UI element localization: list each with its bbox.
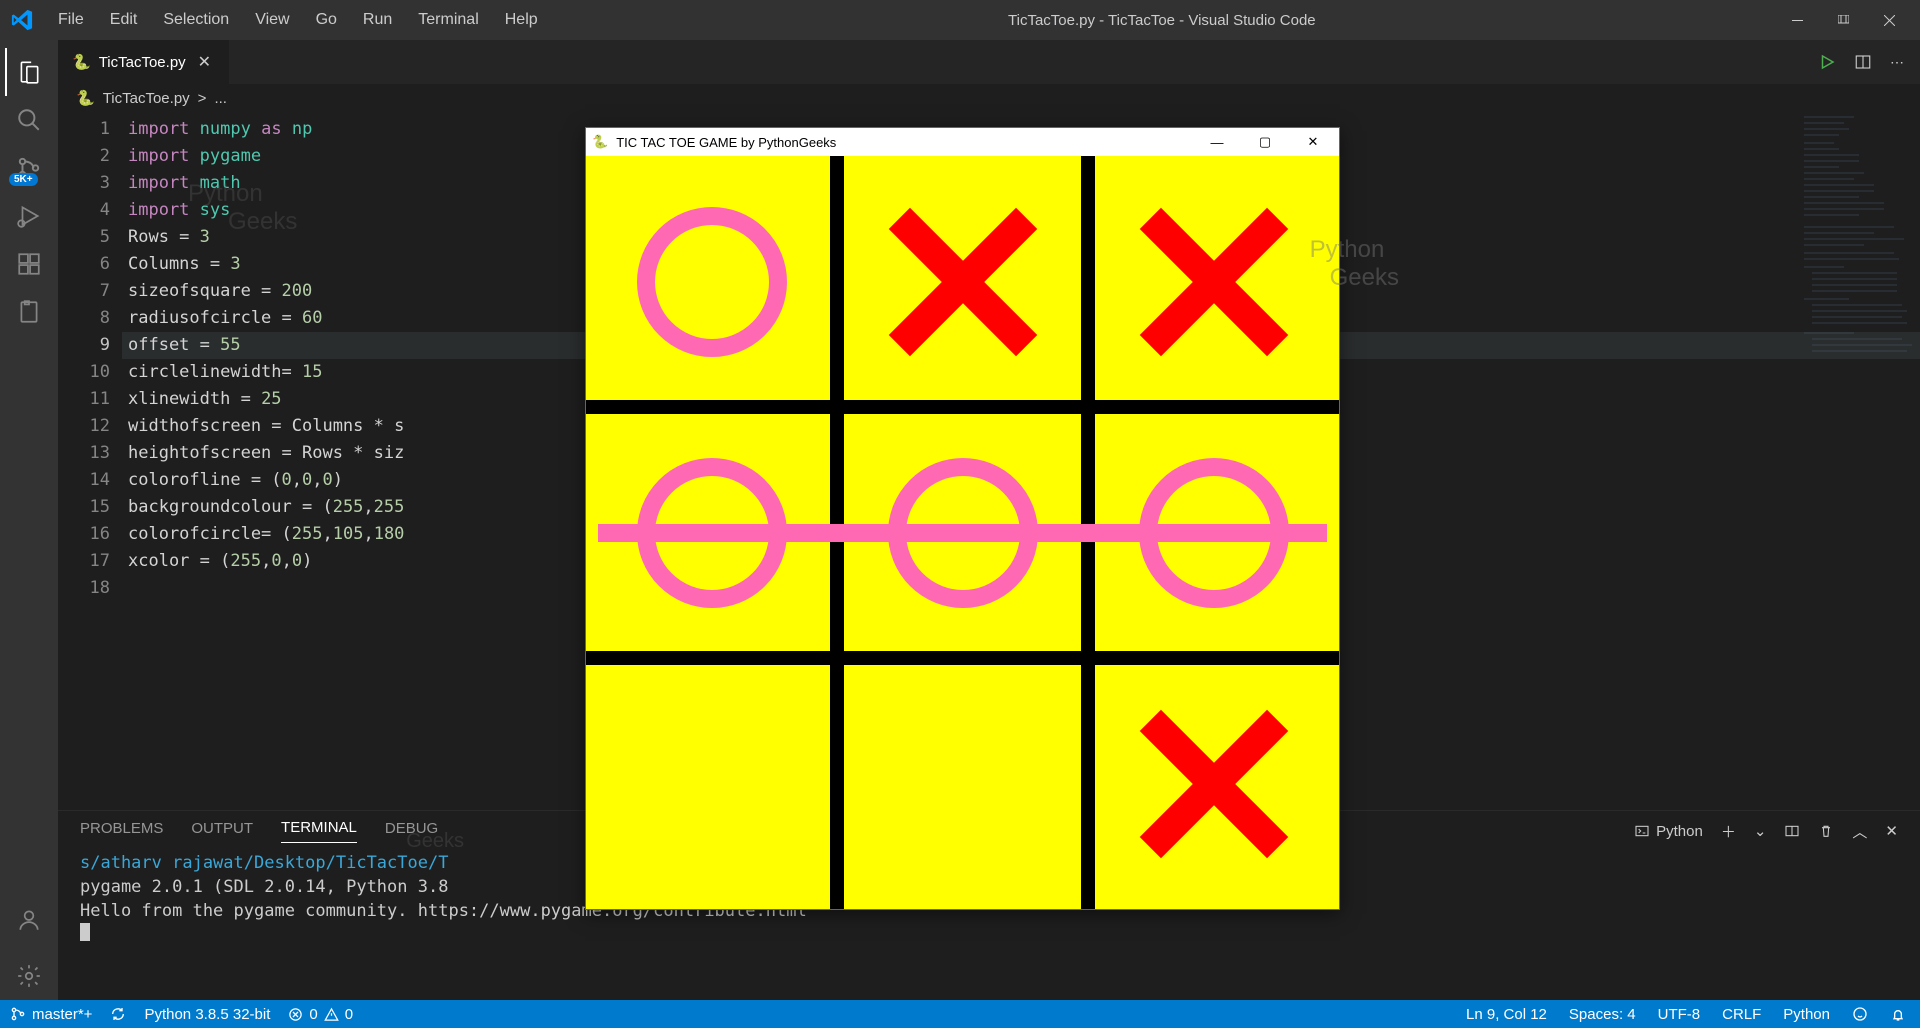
breadcrumb[interactable]: 🐍 TicTacToe.py > ... [58,84,1920,112]
status-eol[interactable]: CRLF [1722,1006,1761,1023]
file-tab[interactable]: 🐍 TicTacToe.py ✕ [58,40,230,84]
pygame-title-bar[interactable]: 🐍 TIC TAC TOE GAME by PythonGeeks — ▢ ✕ [586,128,1339,156]
activity-settings[interactable] [5,952,53,1000]
x-mark [888,207,1038,357]
panel-tab-terminal[interactable]: TERMINAL [281,819,357,843]
board-cell[interactable] [837,156,1088,407]
game-board[interactable]: Python Geeks [586,156,1339,909]
activity-bar: 5K+ [0,40,58,1000]
activity-accounts[interactable] [5,896,53,944]
line-number-gutter: 123456789101112131415161718 [58,112,128,810]
pygame-title-text: TIC TAC TOE GAME by PythonGeeks [616,135,836,150]
source-control-badge: 5K+ [9,173,38,186]
pygame-close-button[interactable]: ✕ [1293,134,1333,150]
status-feedback[interactable] [1852,1006,1868,1022]
terminal-cursor [80,923,90,941]
breadcrumb-more[interactable]: ... [214,90,227,107]
activity-extensions[interactable] [5,240,53,288]
status-notifications[interactable] [1890,1006,1906,1022]
editor-tab-bar: 🐍 TicTacToe.py ✕ ⋯ [58,40,1920,84]
title-bar: File Edit Selection View Go Run Terminal… [0,0,1920,40]
panel-tab-problems[interactable]: PROBLEMS [80,820,163,843]
window-title: TicTacToe.py - TicTacToe - Visual Studio… [550,12,1774,29]
menu-edit[interactable]: Edit [98,5,150,35]
split-terminal-button[interactable] [1784,823,1800,839]
activity-testing[interactable] [5,288,53,336]
status-branch[interactable]: master*+ [10,1006,92,1023]
status-problems[interactable]: 0 0 [288,1006,353,1023]
activity-search[interactable] [5,96,53,144]
status-language[interactable]: Python [1783,1006,1830,1023]
menu-bar: File Edit Selection View Go Run Terminal… [46,5,550,35]
status-spaces[interactable]: Spaces: 4 [1569,1006,1636,1023]
status-position[interactable]: Ln 9, Col 12 [1466,1006,1547,1023]
breadcrumb-sep: > [198,90,207,107]
new-terminal-button[interactable]: ＋ [1721,821,1736,842]
minimap[interactable] [1800,112,1920,810]
win-line [598,524,1327,542]
menu-terminal[interactable]: Terminal [406,5,490,35]
maximize-panel-button[interactable]: ︿ [1852,821,1867,842]
menu-run[interactable]: Run [351,5,404,35]
pygame-maximize-button[interactable]: ▢ [1245,134,1285,150]
menu-view[interactable]: View [243,5,301,35]
breadcrumb-file[interactable]: TicTacToe.py [103,90,190,107]
pygame-app-window[interactable]: 🐍 TIC TAC TOE GAME by PythonGeeks — ▢ ✕ … [585,127,1340,910]
o-mark [637,207,787,357]
window-maximize-button[interactable] [1820,4,1866,36]
terminal-path: s/atharv rajawat/Desktop/TicTacToe/T [80,853,448,873]
menu-selection[interactable]: Selection [151,5,241,35]
status-bar: master*+ Python 3.8.5 32-bit 0 0 Ln 9, C… [0,1000,1920,1028]
menu-help[interactable]: Help [493,5,550,35]
x-mark [1139,709,1289,859]
pygame-app-icon: 🐍 [592,134,608,150]
board-cell[interactable] [1088,156,1339,407]
close-panel-button[interactable]: ✕ [1885,822,1898,840]
file-tab-label: TicTacToe.py [99,54,186,71]
status-sync[interactable] [110,1006,126,1022]
terminal-dropdown-button[interactable]: ⌄ [1754,822,1767,840]
board-cell[interactable] [586,658,837,909]
status-encoding[interactable]: UTF-8 [1658,1006,1701,1023]
python-file-icon: 🐍 [76,89,95,107]
board-cell[interactable] [1088,658,1339,909]
window-close-button[interactable] [1866,4,1912,36]
window-minimize-button[interactable] [1774,4,1820,36]
run-file-button[interactable] [1818,53,1836,71]
activity-explorer[interactable] [5,48,53,96]
activity-source-control[interactable]: 5K+ [5,144,53,192]
pygame-minimize-button[interactable]: — [1197,135,1237,150]
close-tab-button[interactable]: ✕ [194,50,215,74]
activity-run-debug[interactable] [5,192,53,240]
board-cell[interactable] [837,658,1088,909]
board-cell[interactable] [586,156,837,407]
menu-go[interactable]: Go [304,5,349,35]
kill-terminal-button[interactable] [1818,823,1834,839]
window-controls [1774,4,1912,36]
panel-actions: Python ＋ ⌄ ︿ ✕ [1634,821,1898,842]
split-editor-button[interactable] [1854,53,1872,71]
status-python-interpreter[interactable]: Python 3.8.5 32-bit [144,1006,270,1023]
editor-actions: ⋯ [1818,53,1920,71]
x-mark [1139,207,1289,357]
more-actions-button[interactable]: ⋯ [1890,54,1904,71]
panel-tab-debug[interactable]: DEBUG [385,820,438,843]
terminal-kind[interactable]: Python [1634,823,1703,840]
vscode-logo-icon [8,6,36,34]
panel-tab-output[interactable]: OUTPUT [191,820,253,843]
python-file-icon: 🐍 [72,53,91,71]
menu-file[interactable]: File [46,5,96,35]
